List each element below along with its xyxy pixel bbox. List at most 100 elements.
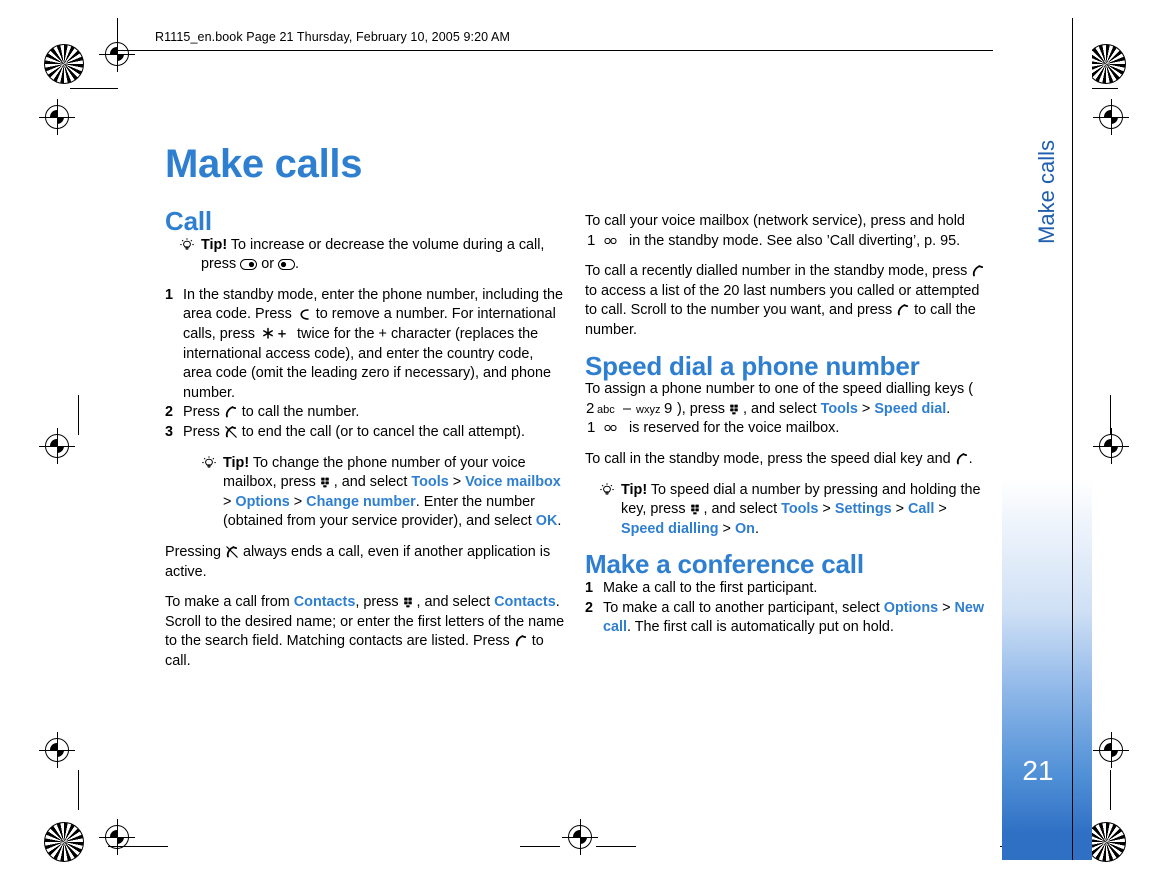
tip-voicemailbox-d: . — [557, 513, 562, 530]
sep-1: > — [448, 474, 466, 491]
conference-step-2-text: To make a call to another participant, s… — [603, 599, 987, 638]
clear-key-icon — [296, 308, 312, 321]
tip-voicemailbox: Tip! To change the phone number of your … — [165, 454, 565, 532]
ui-path-contacts-1: Contacts — [293, 594, 356, 611]
section-heading-conference: Make a conference call — [585, 549, 864, 580]
step-3: 3 Press to end the call (or to cancel th… — [165, 423, 565, 443]
ui-path-call: Call — [908, 501, 935, 518]
menu-key-icon — [729, 402, 743, 416]
sep-3: > — [289, 493, 307, 510]
tip-speed-dialling: Tip! To speed dial a number by pressing … — [585, 481, 987, 540]
menu-key-icon — [403, 595, 417, 609]
menu-key-icon — [320, 475, 334, 489]
steps-conference-call: 1 Make a call to the first participant. … — [585, 579, 987, 638]
right-column: To call your voice mailbox (network serv… — [585, 212, 987, 649]
page-title: Make calls — [165, 142, 363, 186]
svg-text:abc: abc — [597, 404, 615, 416]
paragraph-assign-b: ), press — [677, 400, 729, 417]
svg-text:wxyz: wxyz — [635, 404, 660, 416]
svg-text:1: 1 — [587, 232, 595, 248]
call-key-icon — [971, 264, 985, 278]
paragraph-pressing-end: Pressing always ends a call, even if ano… — [165, 543, 565, 582]
sep-a1: > — [857, 400, 875, 417]
conference-step-1-text: Make a call to the first participant. — [603, 579, 818, 596]
call-key-icon — [955, 452, 969, 466]
ui-path-voice-mailbox: Voice mailbox — [465, 474, 561, 491]
conference-step-2-b: . The first call is automatically put on… — [627, 619, 894, 636]
ui-path-options: Options — [235, 493, 290, 510]
sep-2: > — [223, 493, 236, 510]
book-header-text: R1115_en.book Page 21 Thursday, February… — [155, 30, 511, 44]
tip-volume: Tip! To increase or decrease the volume … — [165, 236, 565, 275]
paragraph-contacts-a: To make a call from — [165, 594, 294, 611]
conference-step-2: 2 To make a call to another participant,… — [585, 599, 987, 638]
sep-t3: > — [934, 501, 947, 518]
svg-text:2: 2 — [586, 400, 594, 416]
side-tab-title-text: Make calls — [1034, 140, 1059, 244]
volume-up-key-icon — [278, 258, 295, 271]
paragraph-call-from-contacts: To make a call from Contacts, press , an… — [165, 593, 565, 671]
key-1-icon: 1 — [585, 419, 625, 435]
key-2-abc-icon: 2 abc — [585, 400, 619, 416]
paragraph-speed-dial-call: To call in the standby mode, press the s… — [585, 450, 987, 470]
tip-volume-text: Tip! To increase or decrease the volume … — [201, 236, 565, 275]
step-2: 2 Press to call the number. — [165, 403, 565, 423]
menu-key-icon — [690, 502, 704, 516]
step-1: 1 In the standby mode, enter the phone n… — [165, 286, 565, 404]
section-heading-speed-dial: Speed dial a phone number — [585, 350, 920, 381]
left-column: Call Tip! To increase or decrease the vo… — [165, 206, 565, 682]
tip-volume-text-end: . — [295, 256, 299, 273]
paragraph-speeddialcall-a: To call in the standby mode, press the s… — [585, 450, 955, 467]
paragraph-speeddialcall-b: . — [968, 450, 973, 467]
step-2-text-a: Press — [183, 404, 224, 421]
volume-down-key-icon — [240, 258, 258, 271]
tip-label: Tip! — [621, 481, 648, 498]
conference-step-1-number: 1 — [585, 579, 594, 596]
ui-path-contacts-2: Contacts — [494, 594, 556, 611]
step-1-number: 1 — [165, 286, 174, 303]
paragraph-assign-a: To assign a phone number to one of the s… — [585, 381, 973, 398]
tip-speed-c: . — [754, 520, 759, 537]
tip-speed-b: , and select — [703, 501, 782, 518]
key-1-icon: 1 — [585, 232, 625, 248]
book-header: R1115_en.book Page 21 Thursday, February… — [118, 30, 993, 51]
key-9-wxyz-icon: wxyz 9 — [635, 400, 677, 416]
paragraph-contacts-c: , and select — [416, 594, 495, 611]
star-key-icon — [259, 326, 293, 341]
document-page: R1115_en.book Page 21 Thursday, February… — [0, 0, 1168, 896]
paragraph-recent-calls: To call a recently dialled number in the… — [585, 262, 987, 340]
step-2-text-b: to call the number. — [237, 404, 360, 421]
tip-label: Tip! — [201, 236, 228, 253]
step-1-text: In the standby mode, enter the phone num… — [183, 286, 565, 404]
step-3-text: Press to end the call (or to cancel the … — [183, 423, 565, 443]
ui-path-change-number: Change number — [306, 493, 416, 510]
steps-make-call: 1 In the standby mode, enter the phone n… — [165, 286, 565, 443]
step-3-text-a: Press — [183, 423, 224, 440]
step-3-text-b: to end the call (or to cancel the call a… — [237, 423, 525, 440]
paragraph-contacts-b: , press — [355, 594, 403, 611]
tip-label: Tip! — [223, 454, 250, 471]
paragraph-recent-a: To call a recently dialled number in the… — [585, 263, 972, 280]
call-key-icon — [224, 405, 238, 419]
conference-step-2-number: 2 — [585, 599, 594, 616]
ui-path-settings: Settings — [834, 501, 892, 518]
end-key-icon — [225, 545, 239, 559]
end-key-icon — [224, 425, 238, 439]
ui-path-tools: Tools — [781, 501, 819, 518]
svg-text:1: 1 — [587, 419, 595, 435]
ui-path-on: On — [734, 520, 755, 537]
tip-voicemailbox-b: , and select — [333, 474, 412, 491]
paragraph-assign-dash: – — [619, 400, 635, 417]
sep-c1: > — [938, 599, 955, 616]
call-key-icon — [514, 634, 528, 648]
tip-volume-text-or: or — [257, 256, 278, 273]
ui-path-options: Options — [883, 599, 939, 616]
svg-text:9: 9 — [664, 400, 672, 416]
ui-path-tools: Tools — [820, 400, 858, 417]
lightbulb-icon — [179, 236, 201, 275]
section-heading-call: Call — [165, 206, 212, 236]
step-2-number: 2 — [165, 404, 174, 421]
paragraph-assign-e: is reserved for the voice mailbox. — [625, 420, 840, 437]
ui-path-tools: Tools — [411, 474, 449, 491]
tip-voicemailbox-text: Tip! To change the phone number of your … — [223, 454, 565, 532]
